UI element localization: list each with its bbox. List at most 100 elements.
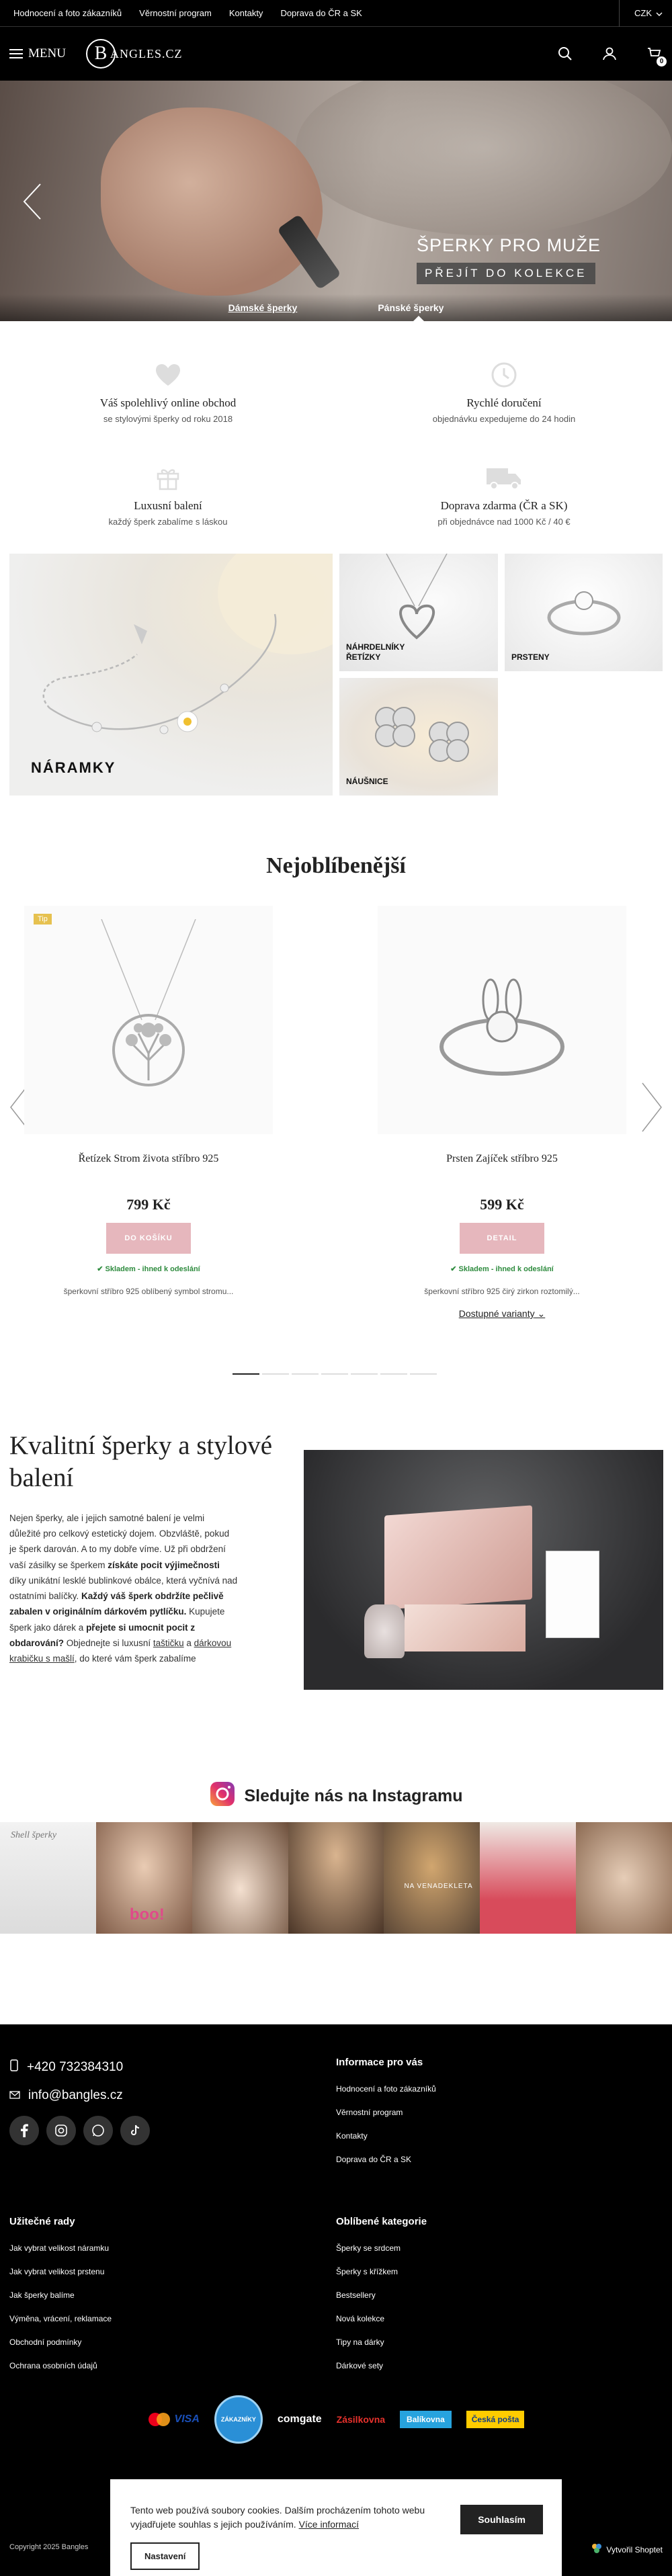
product-card[interactable]: Prsten Zajíček stříbro 925 599 Kč DETAIL… bbox=[378, 906, 626, 1320]
shoptet-icon bbox=[591, 2543, 602, 2556]
footer-link[interactable]: Nová kolekce bbox=[336, 2314, 427, 2323]
top-link-shipping[interactable]: Doprava do ČR a SK bbox=[276, 8, 375, 18]
cookie-accept-button[interactable]: Souhlasím bbox=[460, 2505, 543, 2534]
product-image[interactable]: Tip bbox=[24, 906, 273, 1134]
instagram-icon[interactable] bbox=[46, 2116, 76, 2145]
instagram-post[interactable]: boo! bbox=[95, 1822, 192, 1934]
comgate-logo: comgate bbox=[277, 2413, 322, 2425]
gift-icon bbox=[0, 464, 336, 491]
currency-select[interactable]: CZK bbox=[619, 0, 663, 27]
footer-link[interactable]: Dárkové sety bbox=[336, 2361, 427, 2370]
shoptet-link[interactable]: Vytvořil Shoptet bbox=[591, 2543, 663, 2556]
footer-link[interactable]: Věrnostní program bbox=[336, 2108, 436, 2117]
footer-link[interactable]: Kontakty bbox=[336, 2131, 436, 2141]
carousel-dot[interactable] bbox=[262, 1373, 289, 1375]
hero-headline: ŠPERKY PRO MUŽE bbox=[417, 235, 601, 255]
footer-link[interactable]: Bestsellery bbox=[336, 2290, 427, 2300]
top-link-contacts[interactable]: Kontakty bbox=[225, 8, 277, 18]
carousel-dot[interactable] bbox=[380, 1373, 407, 1375]
product-name[interactable]: Řetízek Strom života stříbro 925 bbox=[24, 1153, 273, 1165]
product-image[interactable] bbox=[378, 906, 626, 1134]
detail-button[interactable]: DETAIL bbox=[460, 1223, 544, 1254]
cart-icon[interactable]: 0 bbox=[645, 45, 667, 67]
chevron-down-icon: ⌄ bbox=[537, 1308, 546, 1319]
footer-link[interactable]: Jak vybrat velikost náramku bbox=[9, 2243, 112, 2253]
footer-link[interactable]: Jak šperky balíme bbox=[9, 2290, 112, 2300]
carousel-next-arrow-icon[interactable] bbox=[638, 1080, 665, 1134]
benefit-subtitle: při objednávce nad 1000 Kč / 40 € bbox=[437, 517, 571, 527]
footer-link[interactable]: Obchodní podmínky bbox=[9, 2337, 112, 2347]
stock-status: ✔ Skladem - ihned k odeslání bbox=[450, 1265, 554, 1273]
benefit-item: Luxusní balení každý šperk zabalíme s lá… bbox=[0, 464, 336, 527]
category-bracelets[interactable]: NÁRAMKY bbox=[9, 554, 333, 796]
facebook-icon[interactable] bbox=[9, 2116, 39, 2145]
stock-status: ✔ Skladem - ihned k odeslání bbox=[97, 1265, 200, 1273]
footer-phone[interactable]: +420 732384310 bbox=[9, 2059, 150, 2075]
cookie-more-info-link[interactable]: Více informací bbox=[299, 2519, 359, 2530]
instagram-post[interactable]: NA VENADEKLETA bbox=[384, 1822, 480, 1934]
cart-count-badge: 0 bbox=[657, 56, 667, 67]
hero-banner[interactable]: ŠPERKY PRO MUŽE PŘEJÍT DO KOLEKCE Dámské… bbox=[0, 81, 672, 321]
category-rings[interactable]: PRSTENY bbox=[505, 554, 663, 671]
product-price: 799 Kč bbox=[126, 1196, 171, 1213]
hero-tab-women[interactable]: Dámské šperky bbox=[228, 302, 298, 313]
quality-title: Kvalitní šperky a stylové balení bbox=[9, 1431, 273, 1492]
check-icon: ✔ bbox=[450, 1265, 457, 1273]
instagram-post[interactable] bbox=[288, 1822, 384, 1934]
hero-cta-button[interactable]: PŘEJÍT DO KOLEKCE bbox=[417, 263, 595, 284]
hero-prev-arrow-icon[interactable] bbox=[20, 181, 44, 222]
footer-link[interactable]: Tipy na dárky bbox=[336, 2337, 427, 2347]
footer-advice-column: Užitečné rady Jak vybrat velikost náramk… bbox=[9, 2216, 112, 2385]
bag-link[interactable]: taštičku bbox=[153, 1638, 184, 1648]
category-label: NÁHRDELNÍKY ŘETÍZKY bbox=[346, 642, 405, 662]
cookie-settings-button[interactable]: Nastavení bbox=[130, 2542, 200, 2570]
product-price: 599 Kč bbox=[480, 1196, 524, 1213]
category-grid: NÁRAMKY NÁHRDELNÍKY ŘETÍZKY PRSTENY NÁUŠN… bbox=[9, 554, 663, 796]
footer-link[interactable]: Hodnocení a foto zákazníků bbox=[336, 2084, 436, 2094]
footer-link[interactable]: Ochrana osobních údajů bbox=[9, 2361, 112, 2370]
top-link-reviews[interactable]: Hodnocení a foto zákazníků bbox=[9, 8, 135, 18]
instagram-post[interactable] bbox=[576, 1822, 672, 1934]
top-link-loyalty[interactable]: Věrnostní program bbox=[135, 8, 225, 18]
carousel-dot[interactable] bbox=[321, 1373, 348, 1375]
instagram-heading[interactable]: Sledujte nás na Instagramu bbox=[0, 1779, 672, 1813]
category-label: PRSTENY bbox=[511, 652, 550, 662]
footer-link[interactable]: Šperky s křížkem bbox=[336, 2267, 427, 2276]
footer-link[interactable]: Jak vybrat velikost prstenu bbox=[9, 2267, 112, 2276]
logo[interactable]: B ANGLES.CZ bbox=[85, 39, 183, 69]
footer-link[interactable]: Doprava do ČR a SK bbox=[336, 2155, 436, 2164]
instagram-post[interactable] bbox=[480, 1822, 577, 1934]
category-necklaces[interactable]: NÁHRDELNÍKY ŘETÍZKY bbox=[339, 554, 498, 671]
user-icon[interactable] bbox=[601, 45, 618, 62]
hero-tab-men[interactable]: Pánské šperky bbox=[378, 302, 444, 313]
product-name[interactable]: Prsten Zajíček stříbro 925 bbox=[378, 1153, 626, 1165]
benefit-title: Váš spolehlivý online obchod bbox=[99, 396, 237, 409]
footer-email[interactable]: info@bangles.cz bbox=[9, 2088, 150, 2103]
cookie-banner: Tento web používá soubory cookies. Další… bbox=[110, 2479, 562, 2576]
add-to-cart-button[interactable]: DO KOŠÍKU bbox=[106, 1223, 191, 1254]
hero-caption: ŠPERKY PRO MUŽE PŘEJÍT DO KOLEKCE bbox=[417, 235, 601, 284]
search-icon[interactable] bbox=[556, 45, 574, 62]
instagram-post[interactable]: Shell šperky bbox=[0, 1822, 96, 1934]
carousel-pagination bbox=[233, 1373, 437, 1375]
menu-button[interactable]: MENU bbox=[9, 46, 66, 61]
instagram-post[interactable] bbox=[192, 1822, 288, 1934]
product-card[interactable]: Tip Řetízek Strom života stříbro 925 799… bbox=[24, 906, 273, 1296]
phone-icon bbox=[9, 2059, 19, 2075]
footer-link[interactable]: Šperky se srdcem bbox=[336, 2243, 427, 2253]
social-links bbox=[9, 2116, 150, 2145]
tiktok-icon[interactable] bbox=[120, 2116, 150, 2145]
product-description: šperkovní stříbro 925 oblíbený symbol st… bbox=[63, 1287, 234, 1296]
category-earrings[interactable]: NÁUŠNICE bbox=[339, 678, 498, 796]
footer-link[interactable]: Výměna, vrácení, reklamace bbox=[9, 2314, 112, 2323]
carousel-dot[interactable] bbox=[292, 1373, 319, 1375]
instagram-post-caption: Shell šperky bbox=[11, 1830, 57, 1840]
carousel-dot[interactable] bbox=[351, 1373, 378, 1375]
whatsapp-icon[interactable] bbox=[83, 2116, 113, 2145]
carousel-dot[interactable] bbox=[410, 1373, 437, 1375]
benefit-subtitle: se stylovými šperky od roku 2018 bbox=[103, 414, 233, 424]
carousel-dot[interactable] bbox=[233, 1373, 259, 1375]
clock-icon bbox=[336, 361, 672, 388]
variants-link[interactable]: Dostupné varianty ⌄ bbox=[378, 1308, 626, 1320]
instagram-icon bbox=[209, 1780, 236, 1812]
